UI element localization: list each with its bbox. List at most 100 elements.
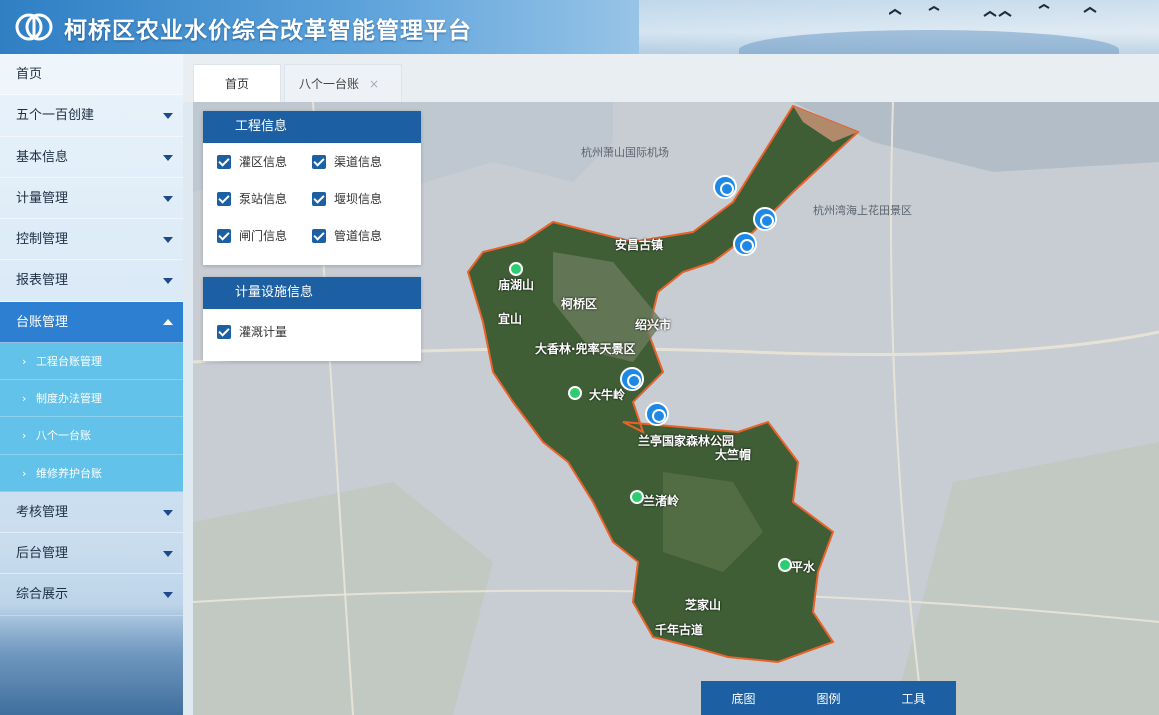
sidebar-item-reports[interactable]: 报表管理 [0,260,183,302]
map-label-district: 柯桥区 [561,297,598,311]
checkbox-checked-icon [312,154,326,169]
checkbox-label: 管道信息 [334,229,383,243]
sidebar-subitem-label: 八个一台账 [36,429,91,443]
pump-station-marker[interactable] [620,367,644,391]
tab-eight-ledger[interactable]: 八个一台账 × [284,64,402,102]
weir-checkbox[interactable]: 堰坝信息 [312,190,407,207]
irrigation-area-checkbox[interactable]: 灌区信息 [217,153,312,170]
sidebar-item-admin[interactable]: 后台管理 [0,533,183,575]
checkbox-checked-icon [217,191,231,206]
chevron-down-icon [163,551,173,558]
checkbox-checked-icon [312,191,326,206]
app-header: 柯桥区农业水价综合改革智能管理平台 [0,0,1159,54]
map-label-zhijiashan: 芝家山 [685,598,722,612]
chevron-down-icon [163,278,173,285]
checkbox-label: 闸门信息 [239,229,288,243]
option-row: 闸门信息 管道信息 [203,217,421,254]
irrigation-metering-checkbox[interactable]: 灌溉计量 [217,323,357,340]
metering-info-panel: 计量设施信息 灌溉计量 [203,277,421,361]
sidebar-subitem-maintenance[interactable]: › 维修养护台账 [0,454,183,492]
chevron-down-icon [163,113,173,120]
sidebar-item-home[interactable]: 首页 [0,54,183,96]
metering-panel-title: 计量设施信息 [203,277,421,309]
sidebar-item-label: 后台管理 [16,546,69,562]
sidebar-item-label: 报表管理 [16,273,69,289]
pump-station-checkbox[interactable]: 泵站信息 [217,190,312,207]
app-title: 柯桥区农业水价综合改革智能管理平台 [64,17,472,44]
pump-station-marker[interactable] [753,207,777,231]
sidebar-item-control[interactable]: 控制管理 [0,219,183,261]
map-label-dazhunao: 大竺帽 [715,448,752,462]
scenic-spot-icon [568,386,582,400]
sidebar-item-label: 台账管理 [16,314,69,330]
basemap-button[interactable]: 底图 [721,690,765,707]
checkbox-checked-icon [217,154,231,169]
checkbox-label: 渠道信息 [334,155,383,169]
scenic-spot-icon [509,262,523,276]
chevron-right-icon: › [22,429,27,443]
map-label-airport: 杭州萧山国际机场 [581,146,669,159]
checkbox-label: 泵站信息 [239,192,288,206]
pipeline-checkbox[interactable]: 管道信息 [312,227,407,244]
chevron-down-icon [163,509,173,516]
option-row: 泵站信息 堰坝信息 [203,180,421,217]
checkbox-label: 堰坝信息 [334,192,383,206]
sidebar-item-assessment[interactable]: 考核管理 [0,492,183,534]
option-row: 灌区信息 渠道信息 [203,143,421,180]
map-label-hushan: 庙湖山 [498,278,535,292]
close-icon[interactable]: × [369,77,379,91]
channel-checkbox[interactable]: 渠道信息 [312,153,407,170]
gate-checkbox[interactable]: 闸门信息 [217,227,312,244]
sidebar: 首页 五个一百创建 基本信息 计量管理 控制管理 报表管理 台账管理 › 工程台账… [0,54,183,715]
sidebar-item-label: 五个一百创建 [16,108,95,124]
map-label-daniuling: 大牛岭 [589,388,626,402]
map-label-pingshui: 平水 [791,560,816,574]
tab-bar: 首页 八个一台账 × [183,54,1159,102]
pump-station-marker[interactable] [713,175,737,199]
sidebar-subitem-eight-ledger[interactable]: › 八个一台账 [0,417,183,455]
sidebar-item-label: 综合展示 [16,587,69,603]
sidebar-item-label: 首页 [16,67,43,82]
map-toolbar: 底图 图例 工具 [701,681,956,715]
chevron-right-icon: › [22,392,27,406]
sidebar-subitem-label: 维修养护台账 [36,466,102,480]
birds-decoration [889,3,1097,17]
checkbox-label: 灌溉计量 [239,325,288,339]
tab-label: 八个一台账 [299,77,360,91]
scenic-spot-icon [630,490,644,504]
map-label-qiannian: 千年古道 [655,623,704,637]
sidebar-subitem-label: 制度办法管理 [36,392,102,406]
sidebar-subitem-regulations[interactable]: › 制度办法管理 [0,380,183,418]
chevron-right-icon: › [22,355,27,369]
checkbox-checked-icon [312,228,326,243]
checkbox-checked-icon [217,228,231,243]
sidebar-item-basic-info[interactable]: 基本信息 [0,137,183,178]
chevron-down-icon [163,592,173,599]
pump-station-marker[interactable] [733,232,757,256]
map-label-dayang: 大香林·兜率天景区 [535,342,636,356]
legend-button[interactable]: 图例 [806,690,850,707]
map-label-anchang: 安昌古镇 [615,238,664,252]
option-row: 灌溉计量 [203,313,421,350]
sidebar-item-metering[interactable]: 计量管理 [0,178,183,220]
chevron-up-icon [163,318,173,325]
chevron-down-icon [163,154,173,161]
pump-station-marker[interactable] [645,402,669,426]
sidebar-item-label: 基本信息 [16,149,69,165]
engineering-info-panel: 工程信息 灌区信息 渠道信息 泵站信息 堰坝信息 闸门信息 管道信息 [203,111,421,265]
map-label-shaoxing: 绍兴市 [635,318,672,332]
map-label-lanzhuling: 兰渚岭 [643,494,680,508]
sidebar-landscape-decoration [0,605,183,715]
map-label-yishan: 宜山 [498,312,523,326]
tab-home[interactable]: 首页 [193,64,281,102]
water-drop-logo-icon [15,13,53,41]
sidebar-subitem-engineering-ledger[interactable]: › 工程台账管理 [0,343,183,381]
chevron-down-icon [163,237,173,244]
sidebar-item-five-hundred[interactable]: 五个一百创建 [0,95,183,137]
checkbox-label: 灌区信息 [239,155,288,169]
map-label-huatian: 杭州湾海上花田景区 [813,204,912,217]
sidebar-item-ledger[interactable]: 台账管理 [0,301,183,344]
tab-label: 首页 [224,77,249,91]
sidebar-subitem-label: 工程台账管理 [36,355,102,369]
tools-button[interactable]: 工具 [891,690,935,707]
